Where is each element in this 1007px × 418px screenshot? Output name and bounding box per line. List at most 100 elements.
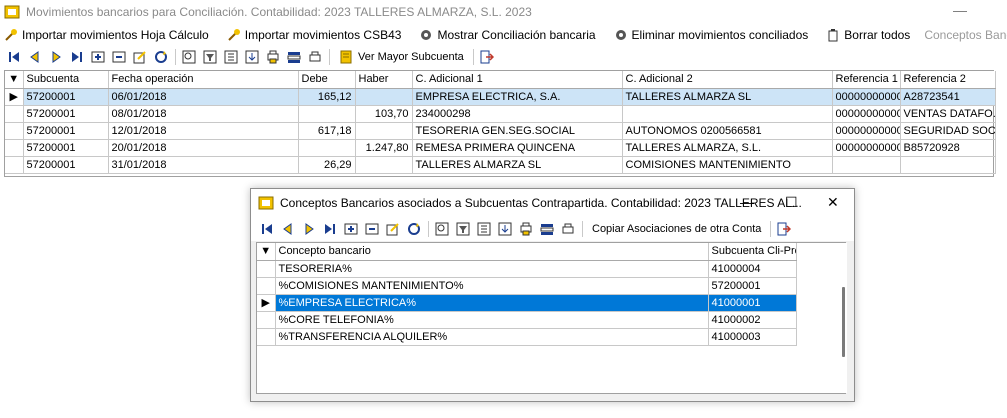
cell[interactable]: EMPRESA ELECTRICA, S.A. xyxy=(412,88,623,106)
columns-button[interactable] xyxy=(284,48,304,66)
ver-mayor-subcuenta-button[interactable]: Ver Mayor Subcuenta xyxy=(333,48,470,66)
cell[interactable]: 41000002 xyxy=(708,311,797,329)
cell[interactable]: 57200001 xyxy=(23,88,109,106)
cell[interactable]: 31/01/2018 xyxy=(108,156,299,174)
delete-button[interactable] xyxy=(109,48,129,66)
exit-button[interactable] xyxy=(774,220,794,238)
sort-button[interactable] xyxy=(221,48,241,66)
exit-button[interactable] xyxy=(477,48,497,66)
cell[interactable] xyxy=(622,105,833,123)
edit-button[interactable] xyxy=(130,48,150,66)
copiar-asociaciones-button[interactable]: Copiar Asociaciones de otra Conta xyxy=(586,220,767,238)
print-preview-button[interactable] xyxy=(516,220,536,238)
cell[interactable]: SEGURIDAD SOC... xyxy=(900,122,996,140)
print-button[interactable] xyxy=(558,220,578,238)
cell[interactable] xyxy=(298,139,356,157)
cell[interactable] xyxy=(355,156,413,174)
table-row[interactable]: 57200001 12/01/2018 617,18 TESORERIA GEN… xyxy=(5,122,996,140)
prev-record-button[interactable] xyxy=(278,220,298,238)
column-header[interactable]: Haber xyxy=(355,71,413,89)
first-record-button[interactable] xyxy=(257,220,277,238)
prev-record-button[interactable] xyxy=(25,48,45,66)
cell[interactable]: TALLERES ALMARZA SL xyxy=(412,156,623,174)
insert-button[interactable] xyxy=(341,220,361,238)
cell[interactable]: 57200001 xyxy=(708,277,797,295)
cell[interactable] xyxy=(298,105,356,123)
cell[interactable] xyxy=(900,156,996,174)
column-header[interactable]: Concepto bancario xyxy=(275,243,709,261)
movimientos-grid[interactable]: ▼ Subcuenta Fecha operación Debe Haber C… xyxy=(4,70,996,177)
column-header[interactable]: Subcuenta xyxy=(23,71,109,89)
cell[interactable]: AUTONOMOS 0200566581 xyxy=(622,122,833,140)
cell[interactable]: TALLERES ALMARZA, S.L. xyxy=(622,139,833,157)
find-button[interactable] xyxy=(179,48,199,66)
column-header[interactable]: Referencia 1 xyxy=(832,71,901,89)
first-record-button[interactable] xyxy=(4,48,24,66)
column-header[interactable]: Debe xyxy=(298,71,356,89)
scrollbar-thumb[interactable] xyxy=(842,287,845,357)
menu-mostrar-conciliacion[interactable]: Mostrar Conciliación bancaria xyxy=(415,28,596,42)
table-row[interactable]: 57200001 08/01/2018 103,70 234000298 000… xyxy=(5,105,996,123)
next-record-button[interactable] xyxy=(299,220,319,238)
cell[interactable]: 000000000000 xyxy=(832,122,901,140)
columns-button[interactable] xyxy=(537,220,557,238)
cell[interactable]: 26,29 xyxy=(298,156,356,174)
cell[interactable]: 103,70 xyxy=(355,105,413,123)
edit-button[interactable] xyxy=(383,220,403,238)
cell[interactable]: TESORERIA GEN.SEG.SOCIAL xyxy=(412,122,623,140)
filter-button[interactable] xyxy=(453,220,473,238)
cell[interactable]: 41000004 xyxy=(708,260,797,278)
cell[interactable]: 617,18 xyxy=(298,122,356,140)
cell[interactable]: %EMPRESA ELECTRICA% xyxy=(275,294,709,312)
cell[interactable]: A28723541 xyxy=(900,88,996,106)
cell[interactable]: 57200001 xyxy=(23,105,109,123)
cell[interactable]: 1.247,80 xyxy=(355,139,413,157)
last-record-button[interactable] xyxy=(320,220,340,238)
cell[interactable]: 000000000000 xyxy=(832,139,901,157)
cell[interactable]: 57200001 xyxy=(23,139,109,157)
cell[interactable]: TESORERIA% xyxy=(275,260,709,278)
cell[interactable]: %COMISIONES MANTENIMIENTO% xyxy=(275,277,709,295)
cell[interactable]: VENTAS DATAFO... xyxy=(900,105,996,123)
vertical-scrollbar[interactable] xyxy=(840,243,847,393)
sort-indicator[interactable]: ▼ xyxy=(257,243,276,261)
cell[interactable]: 41000003 xyxy=(708,328,797,346)
filter-button[interactable] xyxy=(200,48,220,66)
table-row[interactable]: 57200001 31/01/2018 26,29 TALLERES ALMAR… xyxy=(5,156,996,174)
column-header[interactable]: C. Adicional 2 xyxy=(622,71,833,89)
cell[interactable]: 06/01/2018 xyxy=(108,88,299,106)
print-button[interactable] xyxy=(305,48,325,66)
menu-importar-csb43[interactable]: Importar movimientos CSB43 xyxy=(223,28,401,42)
column-header[interactable]: Referencia 2 xyxy=(900,71,996,89)
next-record-button[interactable] xyxy=(46,48,66,66)
table-row[interactable]: %COMISIONES MANTENIMIENTO% 57200001 xyxy=(257,277,797,295)
export-button[interactable] xyxy=(495,220,515,238)
cell[interactable]: 12/01/2018 xyxy=(108,122,299,140)
table-row[interactable]: ▶ %EMPRESA ELECTRICA% 41000001 xyxy=(257,294,797,312)
find-button[interactable] xyxy=(432,220,452,238)
dialog-close-button[interactable]: ✕ xyxy=(827,194,839,211)
print-preview-button[interactable] xyxy=(263,48,283,66)
table-row[interactable]: %TRANSFERENCIA ALQUILER% 41000003 xyxy=(257,328,797,346)
cell[interactable]: TALLERES ALMARZA SL xyxy=(622,88,833,106)
column-header[interactable]: Subcuenta Cli-Pro xyxy=(708,243,797,261)
cell[interactable]: 165,12 xyxy=(298,88,356,106)
cell[interactable]: 41000001 xyxy=(708,294,797,312)
refresh-button[interactable] xyxy=(151,48,171,66)
cell[interactable] xyxy=(355,122,413,140)
cell[interactable]: 000000000000 xyxy=(832,88,901,106)
cell[interactable]: 57200001 xyxy=(23,122,109,140)
cell[interactable] xyxy=(355,88,413,106)
delete-button[interactable] xyxy=(362,220,382,238)
cell[interactable]: 20/01/2018 xyxy=(108,139,299,157)
table-row[interactable]: ▶ 57200001 06/01/2018 165,12 EMPRESA ELE… xyxy=(5,88,996,106)
sort-button[interactable] xyxy=(474,220,494,238)
table-row[interactable]: 57200001 20/01/2018 1.247,80 REMESA PRIM… xyxy=(5,139,996,157)
cell[interactable]: 000000000000 xyxy=(832,105,901,123)
cell[interactable]: %CORE TELEFONIA% xyxy=(275,311,709,329)
menu-conceptos-bancarios[interactable]: Conceptos Bancarios Asociados xyxy=(924,28,1007,42)
insert-button[interactable] xyxy=(88,48,108,66)
cell[interactable]: 08/01/2018 xyxy=(108,105,299,123)
cell[interactable]: 57200001 xyxy=(23,156,109,174)
refresh-button[interactable] xyxy=(404,220,424,238)
